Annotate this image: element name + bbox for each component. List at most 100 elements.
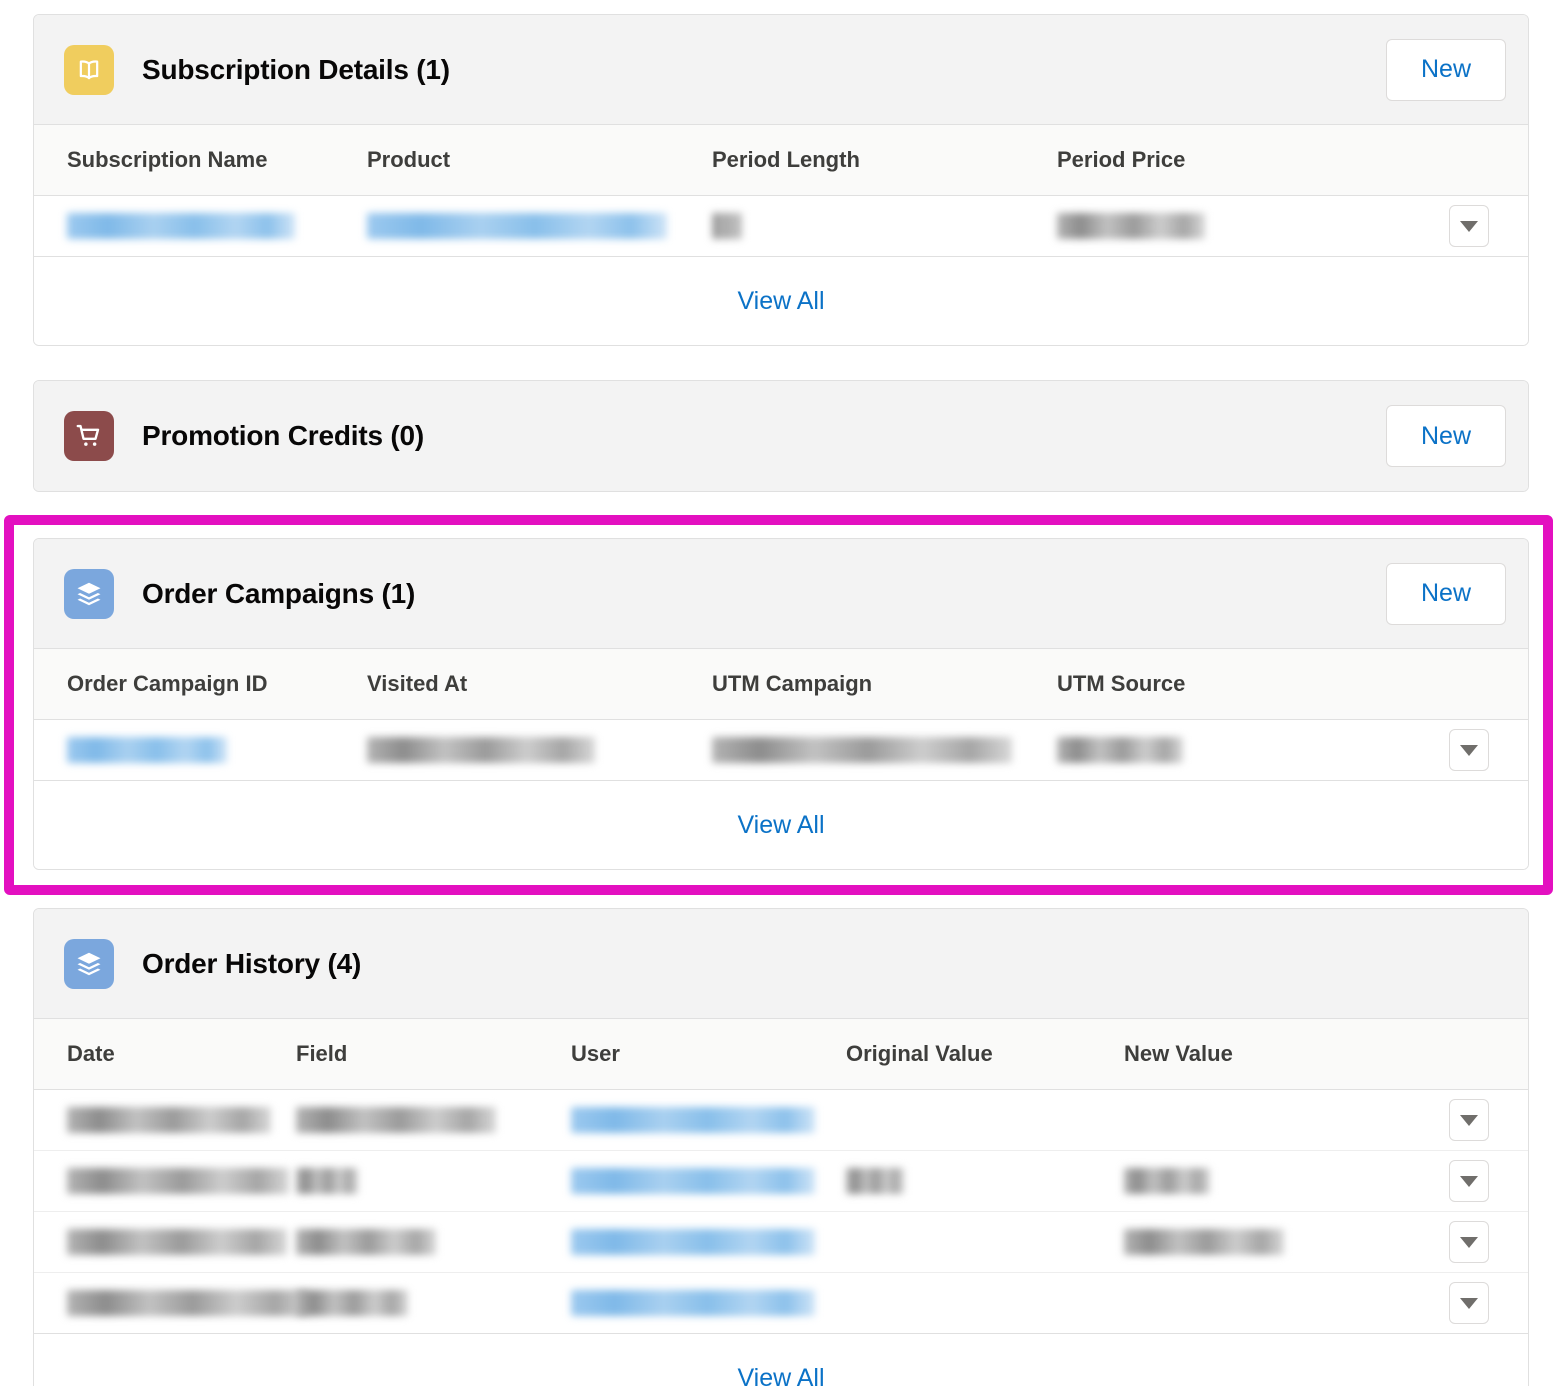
table-row (34, 1211, 1528, 1273)
row-actions-menu-button[interactable] (1448, 729, 1489, 771)
column-header-date[interactable]: Date (34, 1019, 296, 1090)
cell-field (296, 1272, 571, 1334)
cell-original-value (846, 1089, 1124, 1151)
page-title: Promotion Credits (0) (142, 420, 425, 451)
section-order-campaigns: Order Campaigns (1) New Order Campaign I… (33, 538, 1529, 870)
page-title: Order History (4) (142, 947, 362, 979)
page-title: Order Campaigns (1) (142, 577, 416, 609)
view-all-link-order-campaigns[interactable]: View All (737, 811, 824, 840)
section-order-history: Order History (4) Date Field User Origin… (33, 908, 1529, 1386)
redacted-value (67, 1290, 309, 1316)
related-lists-page: Subscription Details (1) New Subscriptio… (0, 0, 1561, 1386)
view-all-row-order-campaigns: View All (34, 781, 1528, 869)
table-header-row: Order Campaign ID Visited At UTM Campaig… (34, 649, 1528, 720)
chevron-down-icon (1459, 1297, 1478, 1309)
layers-icon (64, 938, 114, 989)
section-promotion-credits: Promotion Credits (0) New (33, 380, 1529, 492)
cell-user[interactable] (571, 1211, 846, 1273)
row-actions-menu-button[interactable] (1448, 1099, 1489, 1141)
table-header-row: Subscription Name Product Period Length … (34, 125, 1528, 196)
redacted-value (67, 1107, 271, 1133)
redacted-value (367, 737, 595, 763)
table-row (34, 1272, 1528, 1334)
column-header-actions (1407, 125, 1528, 196)
cell-order-campaign-id[interactable] (34, 719, 367, 781)
view-all-link-order-history[interactable]: View All (737, 1364, 824, 1386)
section-header-order-campaigns: Order Campaigns (1) New (34, 539, 1528, 649)
cell-date (34, 1272, 309, 1334)
redacted-value (296, 1229, 436, 1255)
cell-field (296, 1089, 571, 1151)
new-button-order-campaigns[interactable]: New (1386, 562, 1506, 625)
redacted-value (296, 1168, 358, 1194)
row-actions-menu-button[interactable] (1448, 205, 1489, 247)
section-header-order-history: Order History (4) (34, 909, 1528, 1019)
view-all-row-order-history: View All (34, 1334, 1528, 1386)
redacted-value (571, 1168, 815, 1194)
cell-utm-campaign (712, 719, 1057, 781)
chevron-down-icon (1459, 220, 1478, 232)
column-header-period-price[interactable]: Period Price (1057, 125, 1407, 196)
column-header-visited-at[interactable]: Visited At (367, 649, 712, 720)
cell-new-value (1124, 1272, 1407, 1334)
cell-user[interactable] (571, 1089, 846, 1151)
chevron-down-icon (1459, 744, 1478, 756)
redacted-value (571, 1290, 815, 1316)
redacted-value (1057, 737, 1183, 763)
column-header-actions (1407, 1019, 1528, 1090)
cell-field (296, 1150, 571, 1212)
redacted-value (1124, 1229, 1284, 1255)
cell-user[interactable] (571, 1272, 846, 1334)
row-actions-menu-button[interactable] (1448, 1221, 1489, 1263)
column-header-product[interactable]: Product (367, 125, 712, 196)
table-header-row: Date Field User Original Value New Value (34, 1019, 1528, 1090)
new-button-subscription-details[interactable]: New (1386, 38, 1506, 101)
cell-new-value (1124, 1150, 1407, 1212)
redacted-value (367, 213, 667, 239)
section-subscription-details: Subscription Details (1) New Subscriptio… (33, 14, 1529, 346)
cell-user[interactable] (571, 1150, 846, 1212)
redacted-value (67, 1168, 289, 1194)
row-actions-menu-button[interactable] (1448, 1282, 1489, 1324)
column-header-subscription-name[interactable]: Subscription Name (34, 125, 367, 196)
table-row (34, 1150, 1528, 1212)
cell-new-value (1124, 1089, 1407, 1151)
column-header-new-value[interactable]: New Value (1124, 1019, 1407, 1090)
chevron-down-icon (1459, 1236, 1478, 1248)
cell-period-length (712, 195, 1057, 257)
cell-row-actions (1407, 1272, 1528, 1334)
cell-original-value (846, 1272, 1124, 1334)
table-row (34, 195, 1528, 257)
cell-date (34, 1150, 296, 1212)
cell-row-actions (1407, 1211, 1528, 1273)
cell-date (34, 1089, 296, 1151)
redacted-value (67, 1229, 287, 1255)
column-header-field[interactable]: Field (296, 1019, 571, 1090)
table-row (34, 719, 1528, 781)
column-header-user[interactable]: User (571, 1019, 846, 1090)
cell-utm-source (1057, 719, 1407, 781)
table-order-campaigns: Order Campaign ID Visited At UTM Campaig… (34, 649, 1528, 781)
table-row (34, 1089, 1528, 1151)
cell-period-price (1057, 195, 1407, 257)
cell-subscription-name[interactable] (34, 195, 367, 257)
cell-row-actions (1407, 195, 1528, 257)
cell-product[interactable] (367, 195, 712, 257)
column-header-original-value[interactable]: Original Value (846, 1019, 1124, 1090)
row-actions-menu-button[interactable] (1448, 1160, 1489, 1202)
cell-field (296, 1211, 571, 1273)
section-header-subscription-details: Subscription Details (1) New (34, 15, 1528, 125)
redacted-value (571, 1107, 815, 1133)
redacted-value (846, 1168, 904, 1194)
redacted-value (296, 1107, 496, 1133)
column-header-order-campaign-id[interactable]: Order Campaign ID (34, 649, 367, 720)
view-all-link-subscription-details[interactable]: View All (737, 287, 824, 316)
book-icon (64, 44, 114, 95)
column-header-utm-source[interactable]: UTM Source (1057, 649, 1407, 720)
column-header-period-length[interactable]: Period Length (712, 125, 1057, 196)
redacted-value (296, 1290, 408, 1316)
new-button-promotion-credits[interactable]: New (1386, 405, 1506, 467)
column-header-utm-campaign[interactable]: UTM Campaign (712, 649, 1057, 720)
cell-new-value (1124, 1211, 1407, 1273)
cell-visited-at (367, 719, 712, 781)
